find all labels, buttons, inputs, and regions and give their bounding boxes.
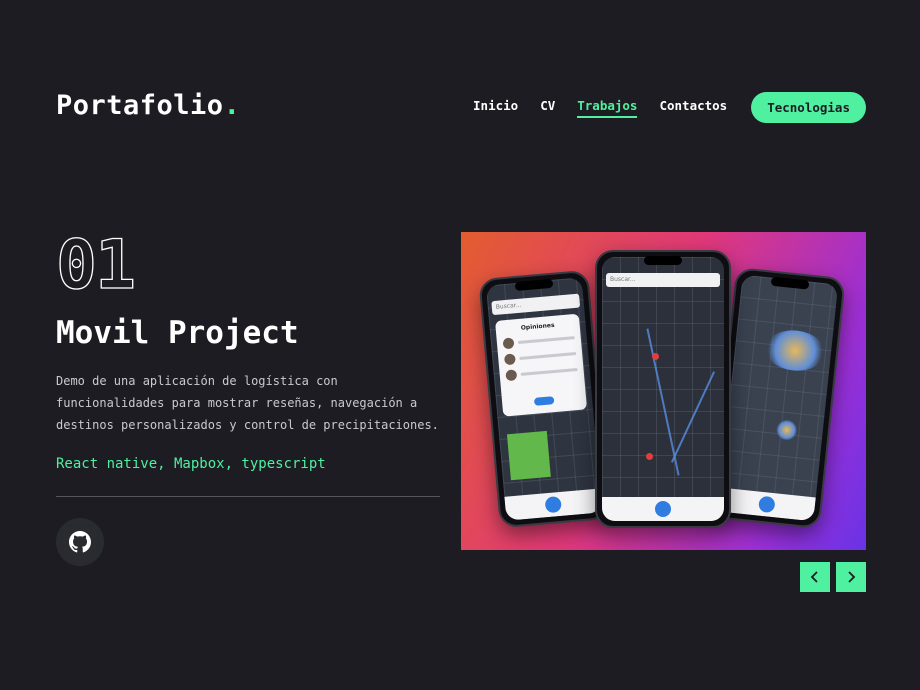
nav-link-inicio[interactable]: Inicio	[473, 98, 518, 118]
section-divider	[56, 496, 440, 497]
mockup-search-bar-main: Buscar...	[606, 273, 720, 287]
github-icon	[69, 531, 91, 553]
logo-text: Portafolio	[56, 90, 224, 121]
project-description: Demo de una aplicación de logística con …	[56, 374, 439, 432]
chevron-right-icon	[848, 571, 856, 583]
phone-mockup-navigation: Buscar...	[595, 250, 731, 528]
phone-mockup-reviews: Buscar... Opiniones	[478, 269, 610, 529]
nav-link-contactos[interactable]: Contactos	[659, 98, 727, 118]
logo-dot: .	[223, 90, 241, 121]
project-title: Movil Project	[56, 315, 299, 351]
nav-link-cv[interactable]: CV	[540, 98, 555, 118]
reviews-card: Opiniones	[495, 313, 588, 417]
carousel-prev-button[interactable]	[800, 562, 830, 592]
logo[interactable]: Portafolio.	[56, 90, 240, 121]
nav-link-trabajos[interactable]: Trabajos	[577, 98, 638, 118]
chevron-left-icon	[810, 571, 818, 583]
project-preview-image: Buscar... Opiniones Buscar...	[461, 232, 866, 550]
github-button[interactable]	[56, 518, 104, 566]
main-nav: Inicio CV Trabajos Contactos Tecnologias	[451, 92, 866, 123]
project-number: 01	[55, 225, 136, 305]
project-tech-stack: React native, Mapbox, typescript	[56, 456, 326, 472]
tecnologias-button[interactable]: Tecnologias	[751, 92, 866, 123]
carousel-next-button[interactable]	[836, 562, 866, 592]
